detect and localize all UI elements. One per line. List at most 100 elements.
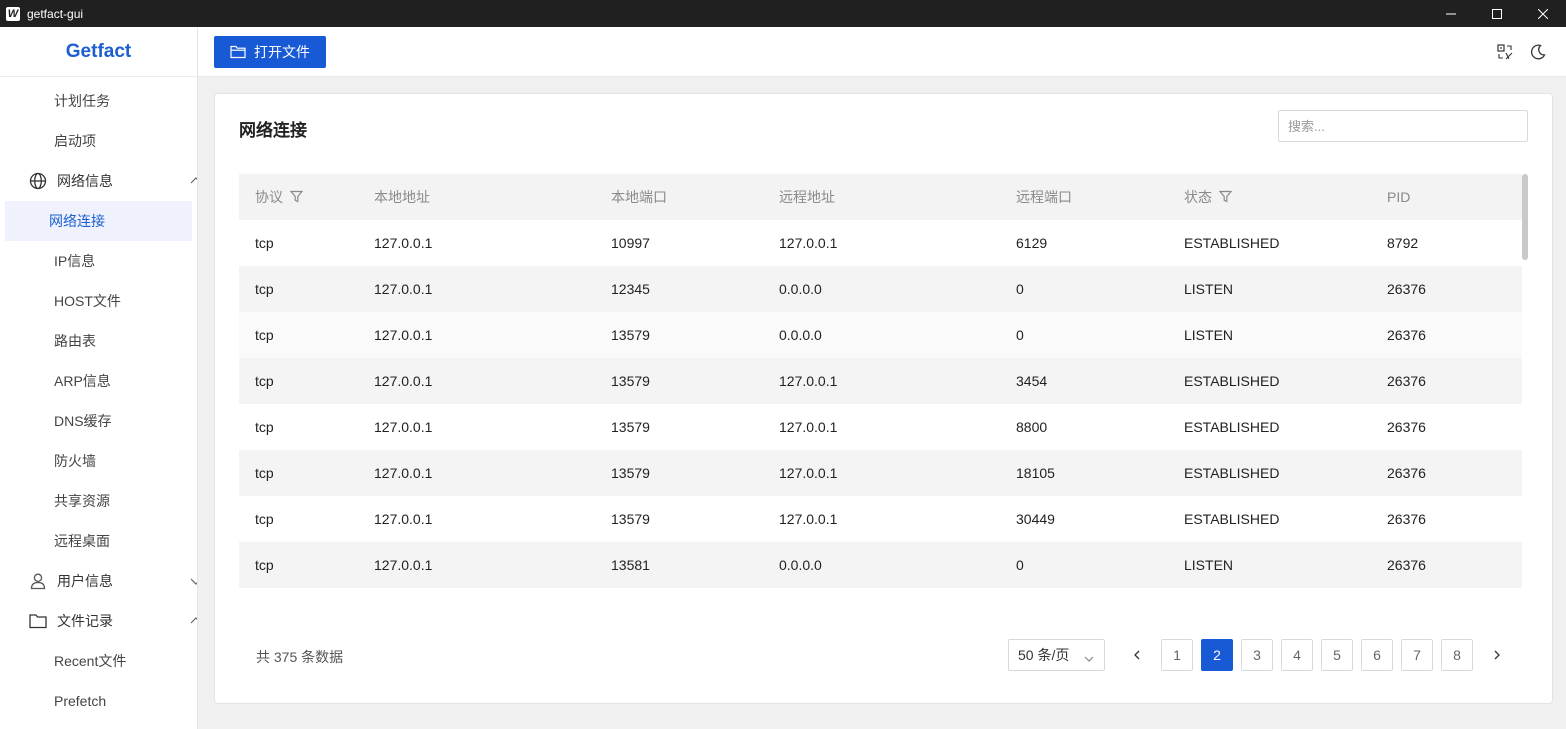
sidebar-item-shared-resources[interactable]: 共享资源 <box>5 481 192 521</box>
cell-remote-address: 127.0.0.1 <box>779 465 838 481</box>
table-scrollbar[interactable] <box>1522 174 1528 260</box>
table-row[interactable]: tcp 127.0.0.1 13579 0.0.0.0 0 LISTEN 26376 <box>239 312 1522 358</box>
open-file-label: 打开文件 <box>254 44 310 60</box>
table-row[interactable]: tcp 127.0.0.1 10997 127.0.0.1 6129 ESTABLISHE… <box>239 220 1522 266</box>
sidebar-item-remote-desktop[interactable]: 远程桌面 <box>5 521 192 561</box>
network-connections-card: 网络连接 协议 本地地址 本地端口 远程地址 远程端口 状态 PID tcp12… <box>214 93 1553 704</box>
translate-button[interactable] <box>1496 43 1514 61</box>
sidebar-item-host-file[interactable]: HOST文件 <box>5 281 192 321</box>
cell-remote-port: 8800 <box>1016 419 1048 435</box>
pagination: 12345678 <box>1121 639 1521 671</box>
sidebar-item-startup[interactable]: 启动项 <box>5 121 192 161</box>
maximize-button[interactable] <box>1474 0 1520 27</box>
cell-local-port: 13579 <box>611 465 650 481</box>
cell-local-address: 127.0.0.1 <box>374 327 433 343</box>
close-button[interactable] <box>1520 0 1566 27</box>
table-row[interactable]: tcp 127.0.0.1 13579 127.0.0.1 3454 ESTABLISHE… <box>239 358 1522 404</box>
sidebar-item-label: 共享资源 <box>54 493 110 509</box>
page-button-4[interactable]: 4 <box>1281 639 1313 671</box>
search-input[interactable] <box>1278 110 1528 142</box>
page-button-5[interactable]: 5 <box>1321 639 1353 671</box>
sidebar-item-label: 防火墙 <box>54 453 96 469</box>
table-row[interactable]: tcp 127.0.0.1 13581 0.0.0.0 0 LISTEN 26376 <box>239 542 1522 588</box>
sidebar: Getfact 计划任务 启动项 网络信息 网络连接 IP信息 HOST文件 路… <box>0 27 198 729</box>
page-size-select[interactable]: 50 条/页 <box>1008 639 1105 671</box>
user-icon <box>29 572 47 590</box>
sidebar-item-prefetch[interactable]: Prefetch <box>5 681 192 721</box>
cell-protocol: tcp <box>255 281 274 297</box>
table-header-row: 协议 本地地址 本地端口 远程地址 远程端口 状态 PID <box>239 174 1522 220</box>
globe-icon <box>29 172 47 190</box>
sidebar-group-label: 用户信息 <box>57 573 113 589</box>
table-row[interactable]: tcp 127.0.0.1 13579 127.0.0.1 30449 ESTABLISH… <box>239 496 1522 542</box>
app-logo-icon: W <box>6 6 20 21</box>
sidebar-item-firewall[interactable]: 防火墙 <box>5 441 192 481</box>
cell-pid: 26376 <box>1387 511 1426 527</box>
brand-logo[interactable]: Getfact <box>0 27 197 77</box>
cell-local-port: 13579 <box>611 419 650 435</box>
cell-protocol: tcp <box>255 465 274 481</box>
folder-open-icon <box>230 45 246 59</box>
sidebar-item-label: 启动项 <box>54 133 96 149</box>
minimize-icon <box>1446 13 1456 14</box>
sidebar-item-label: Recent文件 <box>54 653 127 669</box>
table-row[interactable]: tcp 127.0.0.1 13579 127.0.0.1 18105 ESTABLISH… <box>239 450 1522 496</box>
cell-local-port: 13579 <box>611 373 650 389</box>
table-row[interactable]: tcp 127.0.0.1 13579 127.0.0.1 8800 ESTABLISHE… <box>239 404 1522 450</box>
page-button-7[interactable]: 7 <box>1401 639 1433 671</box>
total-count: 共 375 条数据 <box>256 649 344 665</box>
sidebar-item-label: 远程桌面 <box>54 533 110 549</box>
sidebar-item-arp-info[interactable]: ARP信息 <box>5 361 192 401</box>
cell-local-port: 13581 <box>611 588 779 600</box>
next-page-button[interactable] <box>1481 639 1513 671</box>
cell-pid: 26376 <box>1387 588 1522 600</box>
sidebar-item-recent-files[interactable]: Recent文件 <box>5 641 192 681</box>
filter-icon[interactable] <box>289 190 304 206</box>
page-button-1[interactable]: 1 <box>1161 639 1193 671</box>
prev-page-button[interactable] <box>1121 639 1153 671</box>
chevron-left-icon <box>1134 650 1140 660</box>
sidebar-group-file-records[interactable]: 文件记录 <box>0 601 197 641</box>
cell-local-address: 127.0.0.1 <box>374 588 611 600</box>
page-button-3[interactable]: 3 <box>1241 639 1273 671</box>
cell-remote-port: 0 <box>1016 557 1024 573</box>
sidebar-group-network[interactable]: 网络信息 <box>0 161 197 201</box>
sidebar-item-label: 计划任务 <box>54 93 110 109</box>
page-button-2[interactable]: 2 <box>1201 639 1233 671</box>
cell-local-port: 10997 <box>611 235 650 251</box>
sidebar-item-ip-info[interactable]: IP信息 <box>5 241 192 281</box>
cell-protocol: tcp <box>255 327 274 343</box>
cell-status: LISTEN <box>1184 327 1234 343</box>
cell-status: ESTABLISHED <box>1184 235 1280 251</box>
cell-pid: 26376 <box>1387 419 1426 435</box>
filter-icon[interactable] <box>1218 190 1233 206</box>
column-header-label: 本地端口 <box>611 189 667 205</box>
sidebar-item-scheduled-tasks[interactable]: 计划任务 <box>5 81 192 121</box>
sidebar-item-label: ARP信息 <box>54 373 111 389</box>
minimize-button[interactable] <box>1428 0 1474 27</box>
table-row[interactable]: tcp127.0.0.113581127.0.0.122000ESTABLISH… <box>239 588 1522 600</box>
page-button-8[interactable]: 8 <box>1441 639 1473 671</box>
table-row[interactable]: tcp 127.0.0.1 12345 0.0.0.0 0 LISTEN 26376 <box>239 266 1522 312</box>
sidebar-item-dns-cache[interactable]: DNS缓存 <box>5 401 192 441</box>
page-size-value: 50 条/页 <box>1018 647 1070 663</box>
cell-pid: 26376 <box>1387 373 1426 389</box>
close-icon <box>1538 8 1548 19</box>
cell-pid: 26376 <box>1387 281 1426 297</box>
cell-remote-address: 127.0.0.1 <box>779 511 838 527</box>
cell-local-address: 127.0.0.1 <box>374 281 433 297</box>
page-button-6[interactable]: 6 <box>1361 639 1393 671</box>
cell-remote-address: 127.0.0.1 <box>779 373 838 389</box>
top-toolbar: 打开文件 <box>198 27 1566 77</box>
open-file-button[interactable]: 打开文件 <box>214 36 326 68</box>
sidebar-group-label: 网络信息 <box>57 173 113 189</box>
sidebar-item-network-connections[interactable]: 网络连接 <box>5 201 192 241</box>
cell-local-port: 13579 <box>611 327 650 343</box>
cell-protocol: tcp <box>255 235 274 251</box>
sidebar-group-user-info[interactable]: 用户信息 <box>0 561 197 601</box>
theme-toggle-button[interactable] <box>1529 43 1547 61</box>
column-header-local-port: 本地端口 <box>611 174 779 220</box>
sidebar-item-route-table[interactable]: 路由表 <box>5 321 192 361</box>
column-header-label: 状态 <box>1184 189 1212 205</box>
folder-icon <box>29 612 47 630</box>
